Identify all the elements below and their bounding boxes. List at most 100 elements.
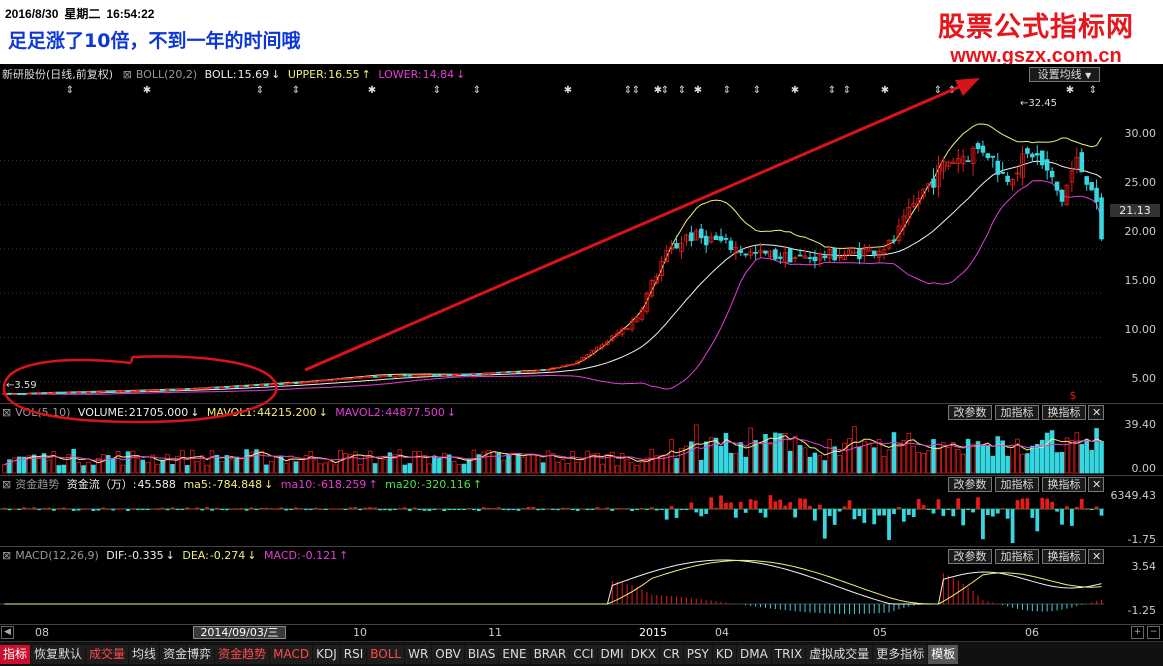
x-tick: 04 (715, 626, 729, 639)
tab-dkx[interactable]: DKX (627, 644, 659, 664)
macd-params-button[interactable]: 改参数 (948, 549, 992, 564)
tab-kdj[interactable]: KDJ (313, 644, 340, 664)
tab-psy[interactable]: PSY (683, 644, 712, 664)
fund-bar (689, 502, 694, 509)
candle-body (239, 385, 244, 388)
fund-bar (862, 509, 867, 523)
tab-ma[interactable]: 均线 (129, 644, 160, 664)
fund-bar (951, 509, 956, 517)
tab-indicators[interactable]: 指标 (0, 644, 31, 664)
ma5-value: -784.848 (212, 478, 263, 491)
volume-bar (427, 463, 432, 474)
macd-swap-indicator-button[interactable]: 换指标 (1042, 549, 1086, 564)
candle-body (600, 344, 605, 348)
vol-params-button[interactable]: 改参数 (948, 405, 992, 420)
candle-body (348, 378, 353, 380)
tab-rsi[interactable]: RSI (340, 644, 367, 664)
macd-close-icon[interactable]: ✕ (1088, 549, 1104, 564)
volume-bar (901, 439, 907, 474)
candle-body (254, 384, 259, 387)
tab-cci[interactable]: CCI (570, 644, 597, 664)
candle-body (530, 370, 536, 373)
candle-body (619, 328, 625, 335)
zoom-in-icon[interactable]: + (1131, 626, 1144, 639)
vol-close-icon[interactable]: ✕ (1088, 405, 1104, 420)
fund-swap-indicator-button[interactable]: 换指标 (1042, 477, 1086, 492)
volume-bar (229, 459, 235, 474)
tab-volume[interactable]: 成交量 (86, 644, 129, 664)
tab-restore-default[interactable]: 恢复默认 (31, 644, 86, 664)
upper-label: UPPER: (287, 68, 328, 81)
tab-more-indicators[interactable]: 更多指标 (873, 644, 928, 664)
tab-obv[interactable]: OBV (432, 644, 464, 664)
candle-body (476, 373, 482, 375)
volume-bar (348, 454, 353, 474)
fund-bar (185, 507, 190, 509)
candle-body (437, 374, 442, 377)
volume-bar (189, 450, 195, 474)
candle-body (990, 155, 996, 158)
candle-body (896, 225, 902, 242)
tab-cr[interactable]: CR (659, 644, 683, 664)
candle-body (1084, 176, 1089, 185)
volume-bar (1084, 439, 1089, 474)
tab-fund-trend[interactable]: 资金趋势 (215, 644, 270, 664)
fund-bar (116, 508, 121, 510)
volume-bar (66, 454, 71, 474)
tab-macd[interactable]: MACD (270, 644, 313, 664)
fund-params-button[interactable]: 改参数 (948, 477, 992, 492)
candle-body (293, 382, 299, 385)
tab-dmi[interactable]: DMI (597, 644, 627, 664)
candle-body (101, 390, 106, 393)
fund-bar (699, 509, 704, 517)
signal-mark: ✱ (564, 85, 572, 96)
candle-body (392, 375, 398, 378)
vol-swap-indicator-button[interactable]: 换指标 (1042, 405, 1086, 420)
fund-bar (1065, 506, 1069, 509)
fund-bar (872, 509, 877, 525)
tab-dma[interactable]: DMA (737, 644, 771, 664)
tab-brar[interactable]: BRAR (530, 644, 570, 664)
fund-bar (81, 508, 86, 510)
volume-bar (1099, 440, 1104, 474)
tab-template[interactable]: 模板 (928, 644, 959, 664)
fund-bar (921, 505, 926, 509)
fund-bar (407, 509, 412, 511)
candle-body (960, 155, 966, 165)
candle-body (911, 203, 917, 208)
tab-trix[interactable]: TRIX (771, 644, 806, 664)
fund-bar (995, 509, 1000, 514)
tab-ene[interactable]: ENE (499, 644, 530, 664)
tab-kd[interactable]: KD (712, 644, 736, 664)
scroll-left-icon[interactable]: ◀ (1, 626, 14, 639)
tab-bias[interactable]: BIAS (464, 644, 499, 664)
fund-bar (808, 505, 812, 509)
volume-bar (718, 445, 724, 474)
volume-bar (985, 445, 991, 474)
candle-body (802, 255, 808, 259)
tab-wr[interactable]: WR (405, 644, 432, 664)
candle-body (827, 249, 833, 259)
x-tick: 06 (1025, 626, 1039, 639)
fund-close-icon[interactable]: ✕ (1088, 477, 1104, 492)
vol-add-indicator-button[interactable]: 加指标 (995, 405, 1039, 420)
tab-boll[interactable]: BOLL (367, 644, 405, 664)
fund-bar (229, 508, 234, 510)
tab-fund-game[interactable]: 资金博弈 (160, 644, 215, 664)
volume-bar (199, 455, 205, 474)
setup-ma-button[interactable]: 设置均线 ▼ (1029, 67, 1100, 82)
volume-bar (323, 462, 328, 474)
fund-bar (47, 507, 51, 509)
macd-add-indicator-button[interactable]: 加指标 (995, 549, 1039, 564)
volume-bar (911, 445, 917, 474)
volume-bar (105, 455, 111, 474)
volume-bar (708, 437, 714, 474)
candle-body (585, 354, 590, 359)
zoom-out-icon[interactable]: − (1147, 626, 1160, 639)
candle-body (837, 256, 842, 259)
volume-bar (41, 453, 47, 474)
volume-bar (446, 454, 452, 474)
tab-virtual-volume[interactable]: 虚拟成交量 (806, 644, 873, 664)
fund-add-indicator-button[interactable]: 加指标 (995, 477, 1039, 492)
candle-body (659, 261, 664, 277)
